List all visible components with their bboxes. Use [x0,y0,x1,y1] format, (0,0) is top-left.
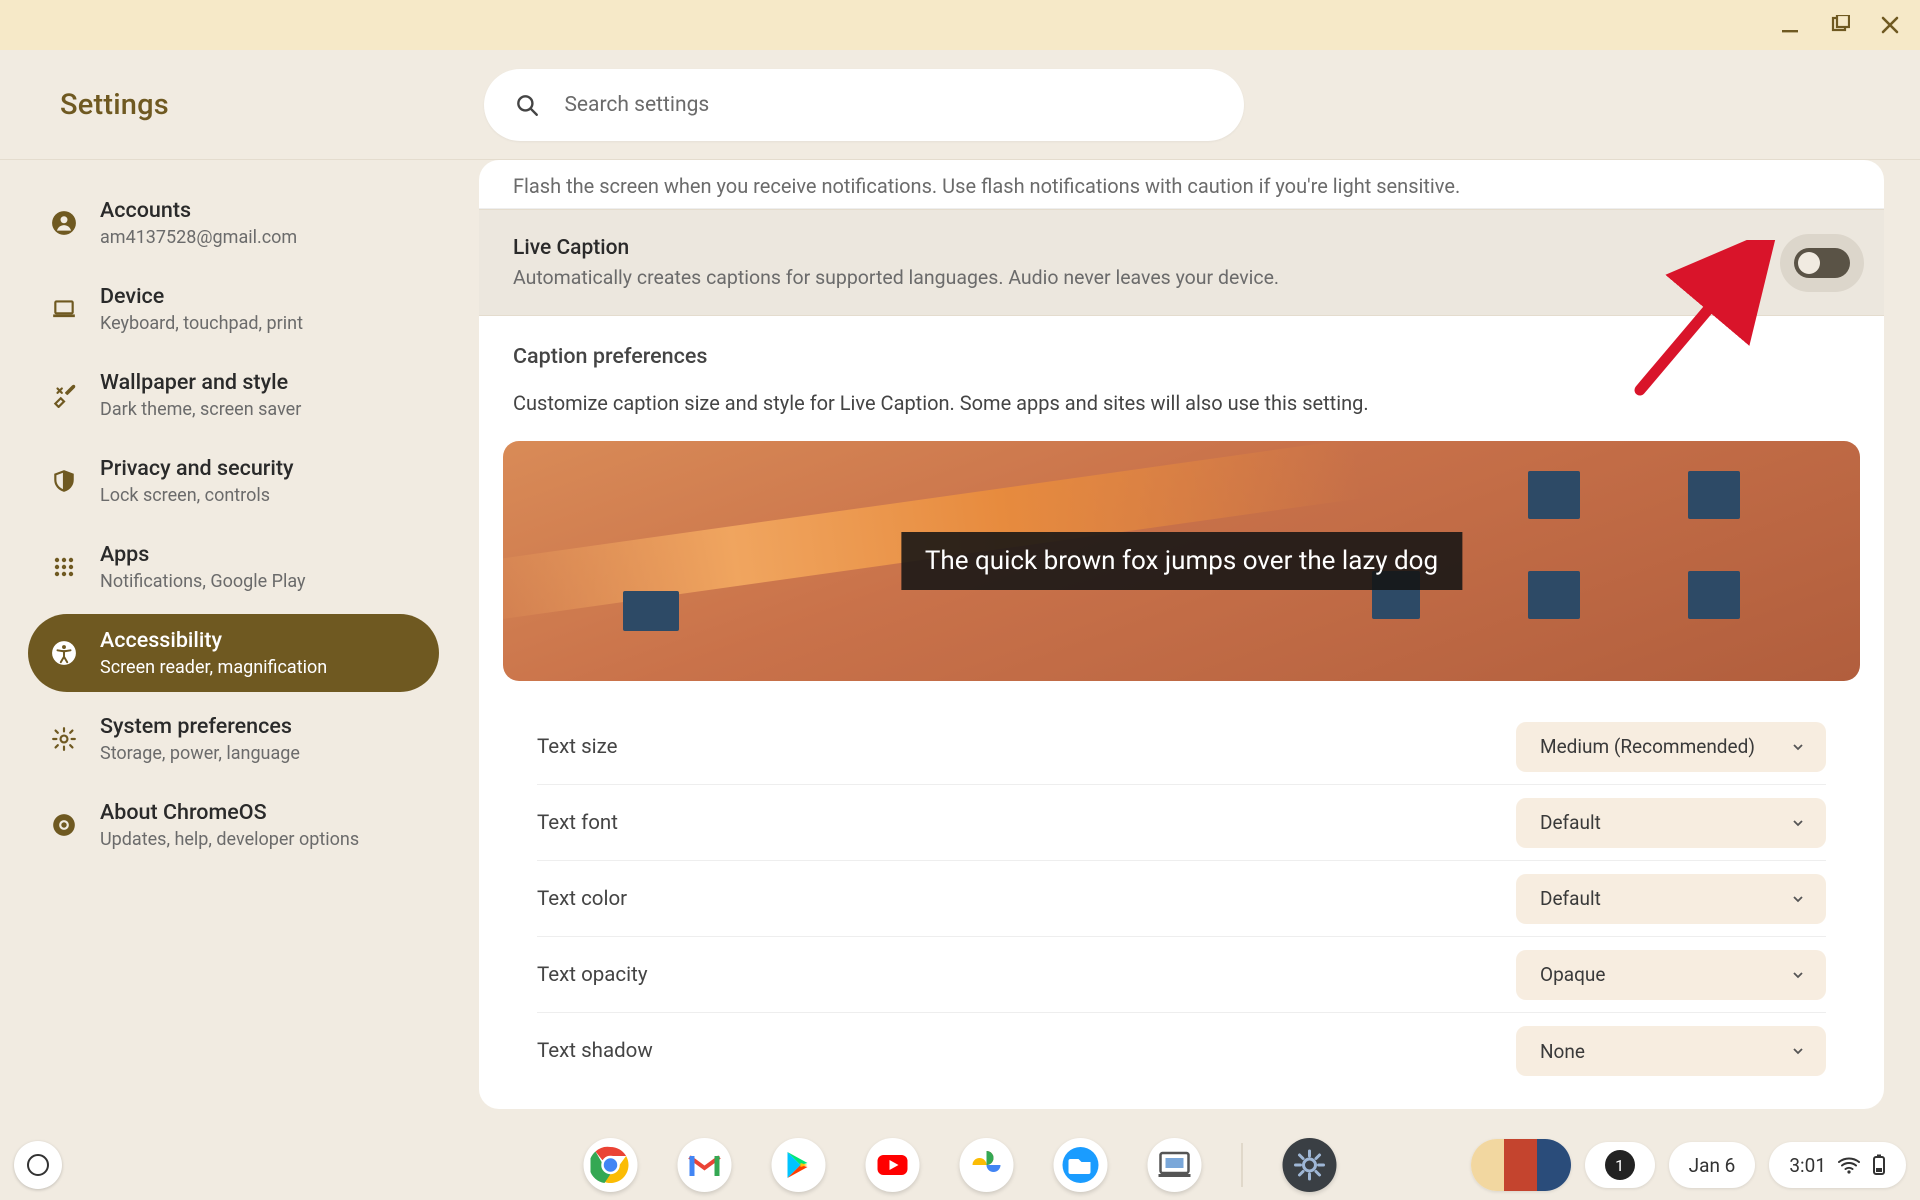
select-value: Default [1540,887,1601,910]
search-bar[interactable] [484,69,1244,141]
option-label: Text font [537,811,618,835]
caption-preferences-heading: Caption preferences [513,344,1850,369]
previous-setting-description: Flash the screen when you receive notifi… [479,160,1884,209]
sidebar-item-accounts[interactable]: Accounts am4137528@gmail.com [28,184,439,262]
notifications-button[interactable]: 1 [1585,1142,1655,1188]
text-opacity-select[interactable]: Opaque [1516,950,1826,1000]
sidebar-item-sub: am4137528@gmail.com [100,227,297,248]
shield-icon [50,467,78,495]
option-row-text-opacity: Text opacity Opaque [537,937,1826,1013]
gmail-app-icon[interactable] [678,1138,732,1192]
caret-down-icon [1792,741,1804,753]
text-color-select[interactable]: Default [1516,874,1826,924]
settings-app-icon[interactable] [1283,1138,1337,1192]
photos-app-icon[interactable] [960,1138,1014,1192]
sidebar-item-label: Accessibility [100,628,327,653]
caret-down-icon [1792,1045,1804,1057]
option-label: Text shadow [537,1039,653,1063]
close-button[interactable] [1878,13,1902,37]
caret-down-icon [1792,893,1804,905]
sidebar-item-sub: Updates, help, developer options [100,829,359,850]
sidebar-item-sub: Notifications, Google Play [100,571,306,592]
select-value: None [1540,1040,1585,1063]
sidebar-item-label: About ChromeOS [100,800,359,825]
sidebar-item-apps[interactable]: Apps Notifications, Google Play [28,528,439,606]
text-size-select[interactable]: Medium (Recommended) [1516,722,1826,772]
chrome-app-icon[interactable] [584,1138,638,1192]
shelf-date: Jan 6 [1689,1154,1736,1177]
sidebar-item-sub: Dark theme, screen saver [100,399,301,420]
sidebar-item-accessibility[interactable]: Accessibility Screen reader, magnificati… [28,614,439,692]
caption-preview: The quick brown fox jumps over the lazy … [503,441,1860,681]
search-icon [514,92,540,118]
sidebar-item-system[interactable]: System preferences Storage, power, langu… [28,700,439,778]
tote-tray[interactable] [1471,1139,1571,1191]
option-row-text-shadow: Text shadow None [537,1013,1826,1089]
window-titlebar [0,0,1920,50]
toggle-knob [1798,252,1820,274]
maximize-button[interactable] [1828,13,1852,37]
person-icon [50,209,78,237]
option-row-text-size: Text size Medium (Recommended) [537,709,1826,785]
live-caption-title: Live Caption [513,236,1279,260]
select-value: Opaque [1540,963,1605,986]
launcher-icon [27,1154,49,1176]
caret-down-icon [1792,817,1804,829]
battery-icon [1872,1154,1886,1176]
sidebar-item-label: System preferences [100,714,300,739]
sidebar-item-device[interactable]: Device Keyboard, touchpad, print [28,270,439,348]
status-tray[interactable]: 3:01 [1769,1142,1906,1188]
files-app-icon[interactable] [1054,1138,1108,1192]
sidebar-item-sub: Storage, power, language [100,743,300,764]
shelf-divider [1242,1143,1243,1187]
shelf: 1 Jan 6 3:01 [0,1130,1920,1200]
option-row-text-color: Text color Default [537,861,1826,937]
page-title: Settings [60,88,169,122]
content-area: Flash the screen when you receive notifi… [455,160,1920,1130]
date-pill[interactable]: Jan 6 [1669,1142,1756,1188]
sidebar-item-sub: Screen reader, magnification [100,657,327,678]
option-label: Text size [537,735,618,759]
select-value: Medium (Recommended) [1540,735,1755,758]
shelf-time: 3:01 [1789,1154,1826,1177]
sidebar-item-label: Device [100,284,303,309]
laptop-icon [50,295,78,323]
sidebar-item-sub: Keyboard, touchpad, print [100,313,303,334]
sidebar-item-sub: Lock screen, controls [100,485,294,506]
app-header: Settings [0,50,1920,160]
text-font-select[interactable]: Default [1516,798,1826,848]
sidebar-item-label: Accounts [100,198,297,223]
chrome-icon [50,811,78,839]
option-row-text-font: Text font Default [537,785,1826,861]
option-label: Text color [537,887,627,911]
gear-icon [50,725,78,753]
sidebar-item-label: Apps [100,542,306,567]
sidebar-item-label: Privacy and security [100,456,294,481]
brush-icon [50,381,78,409]
option-label: Text opacity [537,963,648,987]
live-caption-row: Live Caption Automatically creates capti… [479,209,1884,316]
sidebar-item-wallpaper[interactable]: Wallpaper and style Dark theme, screen s… [28,356,439,434]
search-input[interactable] [564,93,1214,117]
text-shadow-select[interactable]: None [1516,1026,1826,1076]
caption-preview-text: The quick brown fox jumps over the lazy … [901,532,1462,590]
youtube-app-icon[interactable] [866,1138,920,1192]
minimize-button[interactable] [1778,13,1802,37]
live-caption-toggle[interactable] [1794,248,1850,278]
launcher-button[interactable] [14,1141,62,1189]
notification-count: 1 [1605,1150,1635,1180]
screenshot-app-icon[interactable] [1148,1138,1202,1192]
sidebar: Accounts am4137528@gmail.com Device Keyb… [0,160,455,1130]
sidebar-item-label: Wallpaper and style [100,370,301,395]
accessibility-icon [50,639,78,667]
caption-preferences-description: Customize caption size and style for Liv… [513,391,1850,415]
play-store-app-icon[interactable] [772,1138,826,1192]
select-value: Default [1540,811,1601,834]
live-caption-description: Automatically creates captions for suppo… [513,266,1279,289]
wifi-icon [1838,1156,1860,1174]
apps-grid-icon [50,553,78,581]
caret-down-icon [1792,969,1804,981]
sidebar-item-about[interactable]: About ChromeOS Updates, help, developer … [28,786,439,864]
sidebar-item-privacy[interactable]: Privacy and security Lock screen, contro… [28,442,439,520]
